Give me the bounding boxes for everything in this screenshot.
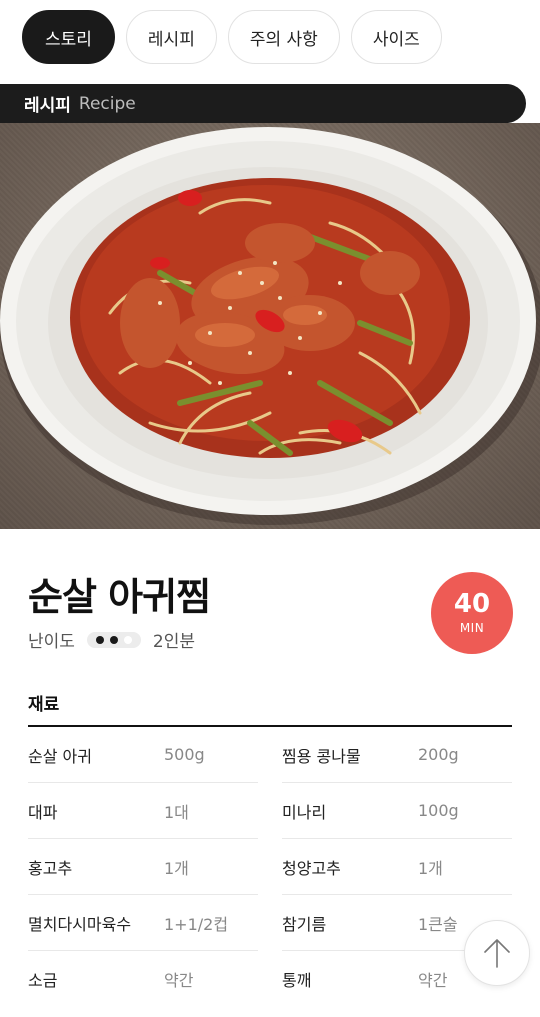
arrow-up-icon [484,939,510,968]
difficulty-dot [123,635,132,644]
ingredient-item: 순살 아귀 500g [28,727,258,783]
ingredient-name: 청양고추 [282,858,341,878]
section-header: 레시피 Recipe [0,84,526,123]
ingredient-amount: 약간 [418,971,448,990]
ingredient-name: 순살 아귀 [28,746,92,766]
ingredient-item: 홍고추 1개 [28,839,258,895]
ingredient-amount: 1+1/2컵 [164,914,229,934]
difficulty-dot [109,635,118,644]
cook-time-badge: 40 MIN [431,572,513,654]
dish-photo [0,123,540,529]
scroll-to-top-button[interactable] [464,920,530,986]
ingredient-row: 소금 약간 통깨 약간 [28,951,512,1007]
ingredients-table: 순살 아귀 500g 찜용 콩나물 200g 대파 1대 미나리 100g 홍고… [28,727,512,1007]
ingredient-name: 멸치다시마육수 [28,914,132,934]
tab-size[interactable]: 사이즈 [350,10,442,64]
ingredient-item: 소금 약간 [28,951,258,1007]
ingredient-name: 통깨 [282,971,312,990]
section-title-ko: 레시피 [24,96,71,116]
tab-bar: 스토리 레시피 주의 사항 사이즈 [22,10,442,64]
tab-cautions[interactable]: 주의 사항 [227,10,340,64]
ingredient-item: 대파 1대 [28,783,258,839]
ingredient-amount: 1개 [418,858,443,878]
ingredient-item: 멸치다시마육수 1+1/2컵 [28,895,258,951]
recipe-title: 순살 아귀찜 [28,575,211,619]
ingredient-item: 미나리 100g [282,783,512,839]
ingredient-row: 대파 1대 미나리 100g [28,783,512,839]
ingredient-amount: 1대 [164,802,189,822]
section-title-en: Recipe [78,93,136,114]
ingredient-name: 홍고추 [28,858,73,878]
cook-time-value: 40 [453,589,491,619]
ingredient-item: 청양고추 1개 [282,839,512,895]
ingredient-name: 찜용 콩나물 [282,746,361,766]
cook-time-unit: MIN [459,621,485,635]
ingredient-name: 대파 [28,802,58,822]
ingredient-amount: 100g [418,801,459,820]
ingredient-row: 멸치다시마육수 1+1/2컵 참기름 1큰술 [28,895,512,951]
ingredient-amount: 1개 [164,858,189,878]
difficulty-label: 난이도 [28,632,75,652]
ingredient-item: 찜용 콩나물 200g [282,727,512,783]
tab-story[interactable]: 스토리 [22,10,115,64]
recipe-meta: 난이도 2인분 [28,627,195,652]
ingredient-amount: 500g [164,745,205,764]
ingredient-name: 미나리 [282,802,327,822]
difficulty-indicator [86,631,141,648]
ingredient-row: 홍고추 1개 청양고추 1개 [28,839,512,895]
servings: 2인분 [152,632,196,652]
ingredient-amount: 1큰술 [418,914,458,934]
tab-recipe[interactable]: 레시피 [125,10,217,64]
ingredient-row: 순살 아귀 500g 찜용 콩나물 200g [28,727,512,783]
ingredient-name: 소금 [28,971,58,990]
braised-monkfish-illustration [0,127,540,525]
ingredient-name: 참기름 [282,914,327,934]
difficulty-dot [95,635,104,644]
ingredient-amount: 약간 [164,971,194,990]
ingredients-title: 재료 [28,695,60,715]
ingredient-amount: 200g [418,745,459,764]
